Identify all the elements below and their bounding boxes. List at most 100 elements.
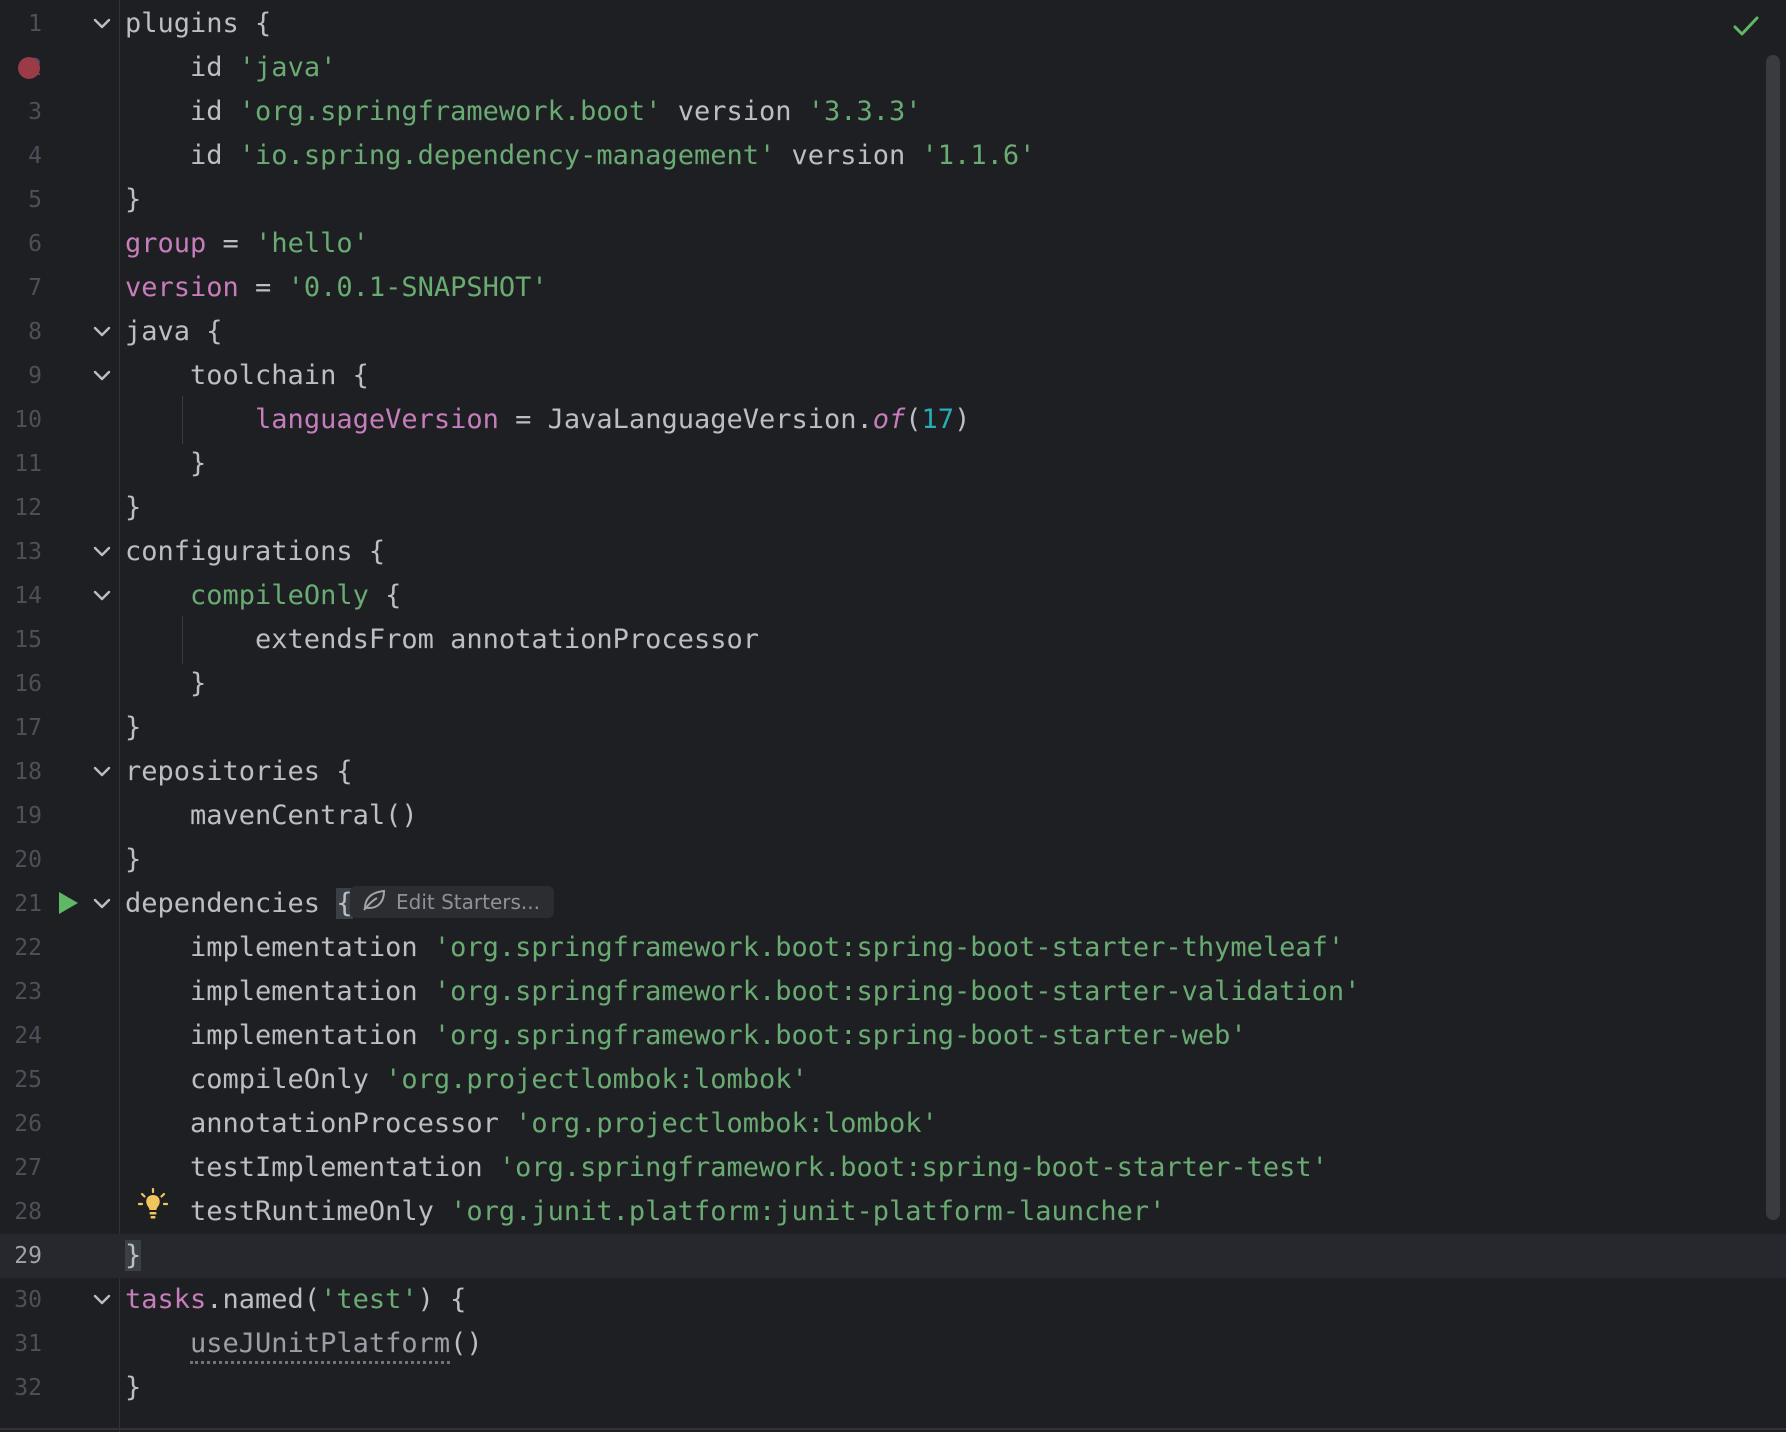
fold-chevron-icon[interactable] (91, 1289, 113, 1311)
code-line[interactable]: 13 configurations { (0, 530, 1786, 574)
code-text: } (125, 1234, 142, 1278)
code-token: group (125, 228, 207, 259)
code-text: mavenCentral() (125, 794, 418, 838)
code-text: configurations { (125, 530, 385, 574)
code-line[interactable]: 22 implementation 'org.springframework.b… (0, 926, 1786, 970)
code-token: } (125, 492, 142, 523)
code-line[interactable]: 5} (0, 178, 1786, 222)
code-line[interactable]: 7 version = '0.0.1-SNAPSHOT' (0, 266, 1786, 310)
line-number: 26 (14, 1111, 42, 1137)
fold-chevron-icon[interactable] (91, 761, 113, 783)
code-line[interactable]: 4 id 'io.spring.dependency-management' v… (0, 134, 1786, 178)
code-token: } (125, 1372, 142, 1403)
line-number: 28 (14, 1199, 42, 1225)
code-text: languageVersion = JavaLanguageVersion.of… (125, 398, 970, 442)
line-number: 19 (14, 803, 42, 829)
edit-starters-inlay[interactable]: Edit Starters... (350, 886, 554, 918)
breakpoint-icon[interactable] (18, 57, 40, 79)
code-text: testRuntimeOnly 'org.junit.platform:juni… (125, 1190, 1165, 1234)
fold-chevron-icon[interactable] (91, 585, 113, 607)
code-token: = (238, 272, 288, 303)
code-line[interactable]: 24 implementation 'org.springframework.b… (0, 1014, 1786, 1058)
line-number: 24 (14, 1023, 42, 1049)
code-token: java { (125, 316, 223, 347)
line-number: 7 (28, 275, 42, 301)
code-token: 17 (921, 404, 955, 435)
code-line[interactable]: 21 dependencies { (0, 882, 1786, 926)
vertical-scrollbar[interactable] (1766, 55, 1780, 1220)
code-token: = JavaLanguageVersion. (498, 404, 873, 435)
code-token: } (125, 184, 142, 215)
line-number: 25 (14, 1067, 42, 1093)
code-token: repositories { (125, 756, 353, 787)
code-text: compileOnly { (125, 574, 401, 618)
line-number: 17 (14, 715, 42, 741)
code-line[interactable]: 11 } (0, 442, 1786, 486)
fold-chevron-icon[interactable] (91, 893, 113, 915)
code-text: implementation 'org.springframework.boot… (125, 970, 1360, 1014)
code-token: 'org.springframework.boot:spring-boot-st… (433, 932, 1345, 963)
code-token: tasks (125, 1284, 207, 1315)
code-token: ) (954, 404, 971, 435)
code-token: compileOnly (190, 580, 369, 611)
code-line[interactable]: 14 compileOnly { (0, 574, 1786, 618)
partial-next-line (0, 1428, 1786, 1430)
indent-guide (182, 396, 183, 444)
code-line[interactable]: 20} (0, 838, 1786, 882)
code-line[interactable]: 28 testRuntimeOnly 'org.junit.platform:j… (0, 1190, 1786, 1234)
fold-chevron-icon[interactable] (91, 321, 113, 343)
code-text: implementation 'org.springframework.boot… (125, 1014, 1247, 1058)
line-number: 16 (14, 671, 42, 697)
code-token: dependencies (125, 888, 337, 919)
code-token: .named( (206, 1284, 321, 1315)
code-line[interactable]: 31 useJUnitPlatform() (0, 1322, 1786, 1366)
fold-chevron-icon[interactable] (91, 13, 113, 35)
lightbulb-icon[interactable] (137, 1187, 169, 1222)
check-icon[interactable] (1732, 14, 1760, 40)
code-line[interactable]: 2 id 'java' (0, 46, 1786, 90)
code-token: annotationProcessor (125, 1108, 516, 1139)
line-number: 8 (28, 319, 42, 345)
code-line[interactable]: 8 java { (0, 310, 1786, 354)
code-token: configurations { (125, 536, 386, 567)
run-gutter-icon[interactable] (56, 890, 80, 916)
code-line[interactable]: 1 plugins { (0, 2, 1786, 46)
line-number: 14 (14, 583, 42, 609)
code-line[interactable]: 16 } (0, 662, 1786, 706)
code-line[interactable]: 12} (0, 486, 1786, 530)
code-token: } (125, 448, 207, 479)
code-token: { (368, 580, 402, 611)
code-token: toolchain { (125, 360, 369, 391)
code-line[interactable]: 15 extendsFrom annotationProcessor (0, 618, 1786, 662)
fold-chevron-icon[interactable] (91, 541, 113, 563)
code-line[interactable]: 18 repositories { (0, 750, 1786, 794)
code-line[interactable]: 17} (0, 706, 1786, 750)
fold-chevron-icon[interactable] (91, 365, 113, 387)
line-number: 4 (28, 143, 42, 169)
code-line[interactable]: 29} (0, 1234, 1786, 1278)
code-line[interactable]: 32} (0, 1366, 1786, 1410)
code-line[interactable]: 10 languageVersion = JavaLanguageVersion… (0, 398, 1786, 442)
code-token: } (125, 668, 207, 699)
code-token: implementation (125, 976, 434, 1007)
line-number: 3 (28, 99, 42, 125)
code-line[interactable]: 25 compileOnly 'org.projectlombok:lombok… (0, 1058, 1786, 1102)
code-text: java { (125, 310, 223, 354)
code-line[interactable]: 30 tasks.named('test') { (0, 1278, 1786, 1322)
code-text: } (125, 838, 141, 882)
code-token: '3.3.3' (807, 96, 922, 127)
code-line[interactable]: 27 testImplementation 'org.springframewo… (0, 1146, 1786, 1190)
code-token: id (125, 52, 239, 83)
code-editor[interactable]: 1plugins {2 id 'java'3 id 'org.springfra… (0, 0, 1786, 1432)
code-line[interactable]: 6 group = 'hello' (0, 222, 1786, 266)
code-line[interactable]: 26 annotationProcessor 'org.projectlombo… (0, 1102, 1786, 1146)
code-token: 'org.springframework.boot' (238, 96, 662, 127)
code-line[interactable]: 3 id 'org.springframework.boot' version … (0, 90, 1786, 134)
code-line[interactable]: 19 mavenCentral() (0, 794, 1786, 838)
code-line[interactable]: 23 implementation 'org.springframework.b… (0, 970, 1786, 1014)
code-text: extendsFrom annotationProcessor (125, 618, 759, 662)
code-token: 'io.spring.dependency-management' (238, 140, 776, 171)
code-line[interactable]: 9 toolchain { (0, 354, 1786, 398)
code-text: id 'io.spring.dependency-management' ver… (125, 134, 1035, 178)
